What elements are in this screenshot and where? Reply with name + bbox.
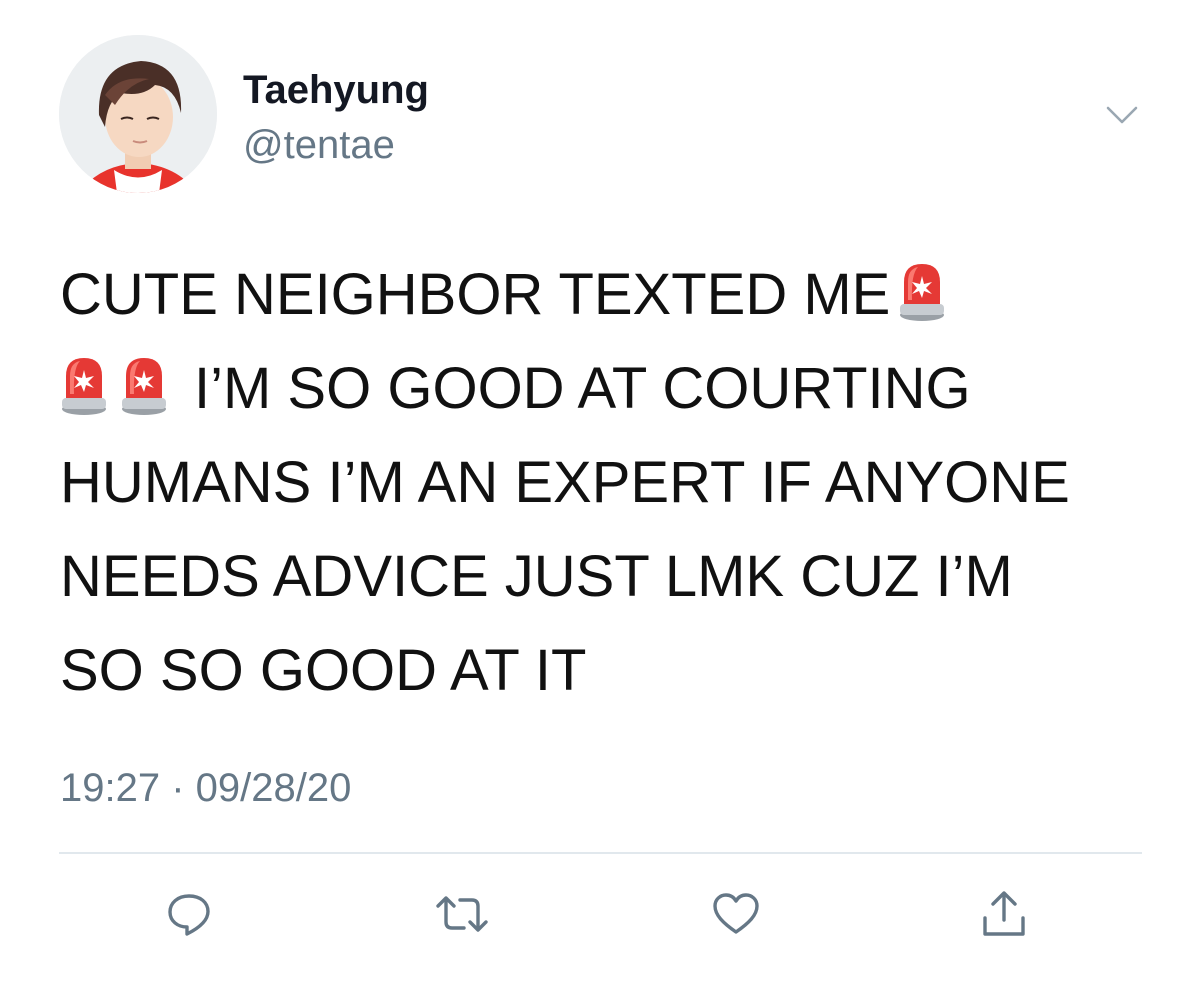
share-icon (983, 891, 1025, 936)
tweet-line-5: SO SO GOOD AT IT (60, 638, 587, 703)
retweet-icon (436, 896, 488, 932)
like-button[interactable] (706, 884, 766, 944)
tweet-line-2: I’M SO GOOD AT COURTING (60, 342, 1170, 436)
tweet-timestamp[interactable]: 19:27 · 09/28/20 (60, 764, 351, 812)
avatar-image (59, 35, 217, 193)
tweet-text: CUTE NEIGHBOR TEXTED ME I’M SO GOOD AT C… (60, 248, 1170, 718)
tweet-line-1: CUTE NEIGHBOR TEXTED ME (60, 248, 1170, 342)
reply-button[interactable] (159, 884, 219, 944)
tweet-text-part: CUTE NEIGHBOR TEXTED ME (60, 262, 891, 327)
avatar[interactable] (59, 35, 217, 193)
police-car-light-icon (120, 354, 168, 416)
display-name[interactable]: Taehyung (243, 66, 429, 114)
user-handle[interactable]: @tentae (243, 121, 395, 169)
tweet-line-4: NEEDS ADVICE JUST LMK CUZ I’M (60, 544, 1013, 609)
chevron-down-icon[interactable] (1104, 100, 1140, 130)
police-car-light-icon (60, 354, 108, 416)
tweet-text-part: I’M SO GOOD AT COURTING (194, 356, 971, 421)
police-car-light-icon (898, 260, 946, 322)
retweet-button[interactable] (432, 884, 492, 944)
share-button[interactable] (974, 884, 1034, 944)
heart-icon (713, 893, 759, 934)
divider (59, 852, 1142, 854)
tweet-line-3: HUMANS I’M AN EXPERT IF ANYONE (60, 450, 1070, 515)
reply-icon (168, 894, 210, 936)
